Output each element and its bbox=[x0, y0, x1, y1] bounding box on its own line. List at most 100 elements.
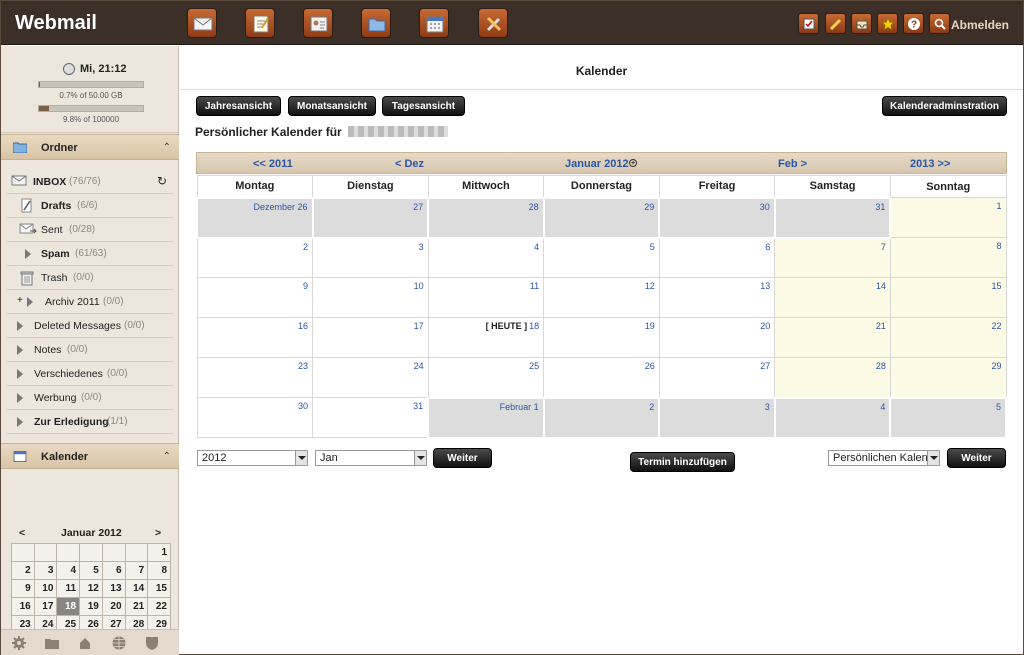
logout-link[interactable]: Abmelden bbox=[951, 18, 1009, 32]
next-year-link[interactable]: 2013 >> bbox=[910, 158, 950, 170]
day-number[interactable]: 4 bbox=[534, 242, 539, 252]
folder-inbox[interactable]: INBOX (76/76) ↻ bbox=[7, 170, 173, 194]
calendar-day-cell[interactable]: 22 bbox=[889, 317, 1007, 358]
year-view-button[interactable]: Jahresansicht bbox=[196, 96, 281, 116]
tasks-icon[interactable] bbox=[798, 13, 819, 34]
calendar-day-cell[interactable]: 20 bbox=[658, 317, 776, 358]
day-number[interactable]: 18 bbox=[529, 321, 539, 331]
day-number[interactable]: 15 bbox=[991, 281, 1001, 291]
calendar-day-cell[interactable]: 5 bbox=[889, 396, 1007, 439]
mini-day-cell[interactable]: 8 bbox=[147, 561, 171, 580]
mini-day-cell[interactable]: 5 bbox=[79, 561, 103, 580]
day-number[interactable]: Februar 1 bbox=[500, 402, 539, 412]
day-number[interactable]: 28 bbox=[529, 202, 539, 212]
share-icon[interactable] bbox=[77, 635, 93, 651]
expand-arrow-icon[interactable] bbox=[25, 249, 31, 259]
expand-arrow-icon[interactable] bbox=[17, 417, 23, 427]
calendar-day-cell[interactable]: 1 bbox=[889, 197, 1007, 238]
month-select[interactable]: Jan bbox=[315, 450, 427, 466]
calendar-day-cell[interactable]: 16 bbox=[196, 317, 314, 358]
calendar-day-cell[interactable]: 3 bbox=[658, 396, 776, 439]
star-icon[interactable] bbox=[877, 13, 898, 34]
day-number[interactable]: 12 bbox=[645, 281, 655, 291]
globe-icon[interactable] bbox=[111, 635, 127, 651]
folder-icon[interactable] bbox=[44, 635, 60, 651]
mini-day-cell[interactable]: 19 bbox=[79, 597, 103, 616]
day-number[interactable]: 6 bbox=[765, 242, 770, 252]
calendar-day-cell[interactable]: 31 bbox=[312, 397, 429, 438]
calendar-day-cell[interactable]: 3 bbox=[312, 237, 429, 278]
calendar-day-cell[interactable]: [ HEUTE ] 18 bbox=[427, 317, 545, 358]
shield-icon[interactable] bbox=[144, 635, 160, 651]
calendar-day-cell[interactable]: 4 bbox=[773, 396, 892, 439]
calendar-select[interactable]: Persönlichen Kalend bbox=[828, 450, 940, 466]
prev-year-link[interactable]: << 2011 bbox=[253, 158, 293, 170]
gear-icon[interactable] bbox=[11, 635, 27, 651]
day-number[interactable]: 3 bbox=[419, 242, 424, 252]
add-event-button[interactable]: Termin hinzufügen bbox=[630, 452, 735, 472]
calendar-day-cell[interactable]: 29 bbox=[889, 357, 1007, 398]
calendar-day-cell[interactable]: 2 bbox=[196, 237, 314, 278]
edit-icon[interactable] bbox=[825, 13, 846, 34]
expand-arrow-icon[interactable] bbox=[17, 321, 23, 331]
day-number[interactable]: 21 bbox=[876, 321, 886, 331]
folder-verschiedenes[interactable]: Verschiedenes (0/0) bbox=[7, 362, 173, 386]
collapse-chevron-icon[interactable]: ⌃ bbox=[163, 142, 171, 153]
tools-icon[interactable] bbox=[478, 8, 508, 38]
day-number[interactable]: 31 bbox=[875, 202, 885, 212]
day-number[interactable]: 16 bbox=[298, 321, 308, 331]
calendar-day-cell[interactable]: 21 bbox=[774, 317, 891, 358]
go-button[interactable]: Weiter bbox=[433, 448, 492, 468]
calendar-day-cell[interactable]: 6 bbox=[658, 237, 776, 278]
dropdown-arrow-icon[interactable] bbox=[295, 451, 307, 465]
day-number[interactable]: 23 bbox=[298, 361, 308, 371]
day-number[interactable]: 29 bbox=[644, 202, 654, 212]
day-number[interactable]: 4 bbox=[880, 402, 885, 412]
dropdown-arrow-icon[interactable] bbox=[927, 451, 939, 465]
day-number[interactable]: 25 bbox=[529, 361, 539, 371]
calendar-day-cell[interactable]: 10 bbox=[312, 277, 429, 318]
expand-arrow-icon[interactable] bbox=[17, 369, 23, 379]
day-number[interactable]: 28 bbox=[876, 361, 886, 371]
day-number[interactable]: 30 bbox=[298, 401, 308, 411]
day-number[interactable]: 13 bbox=[760, 281, 770, 291]
mini-next-month[interactable]: > bbox=[155, 527, 161, 539]
mini-day-cell[interactable]: 22 bbox=[147, 597, 171, 616]
collapse-chevron-icon[interactable]: ⌃ bbox=[163, 451, 171, 462]
folder-deleted-messages[interactable]: Deleted Messages (0/0) bbox=[7, 314, 173, 338]
mini-day-cell[interactable]: 10 bbox=[33, 579, 58, 598]
calendar-day-cell[interactable]: 29 bbox=[542, 196, 661, 239]
mini-day-cell[interactable]: 11 bbox=[56, 579, 81, 598]
calendar-day-cell[interactable]: 11 bbox=[427, 277, 545, 318]
folders-header[interactable]: Ordner ⌃ bbox=[1, 134, 179, 160]
mini-day-cell[interactable]: 21 bbox=[124, 597, 149, 616]
mini-day-cell[interactable]: 9 bbox=[11, 579, 35, 598]
day-number[interactable]: 7 bbox=[881, 242, 886, 252]
mini-day-cell[interactable]: 7 bbox=[124, 561, 149, 580]
mini-day-cell[interactable]: 12 bbox=[79, 579, 103, 598]
day-number[interactable]: 19 bbox=[645, 321, 655, 331]
day-number[interactable]: 29 bbox=[991, 361, 1001, 371]
calendar-day-cell[interactable]: Dezember 26 bbox=[196, 196, 314, 239]
day-number[interactable]: 5 bbox=[650, 242, 655, 252]
help-icon[interactable]: ? bbox=[903, 13, 924, 34]
calendar-day-cell[interactable]: Februar 1 bbox=[427, 396, 545, 439]
calendar-day-cell[interactable]: 5 bbox=[543, 237, 660, 278]
expand-arrow-icon[interactable] bbox=[27, 297, 33, 307]
day-number[interactable]: 8 bbox=[996, 241, 1001, 251]
year-select[interactable]: 2012 bbox=[197, 450, 308, 466]
search-icon[interactable] bbox=[929, 13, 950, 34]
day-number[interactable]: 9 bbox=[303, 281, 308, 291]
refresh-icon[interactable]: ↻ bbox=[157, 174, 167, 188]
mini-prev-month[interactable]: < bbox=[19, 527, 25, 539]
calendar-day-cell[interactable]: 17 bbox=[312, 317, 429, 358]
day-number[interactable]: 26 bbox=[645, 361, 655, 371]
day-number[interactable]: 2 bbox=[649, 402, 654, 412]
folder-spam[interactable]: Spam (61/63) bbox=[7, 242, 173, 266]
day-number[interactable]: 31 bbox=[413, 401, 423, 411]
day-number[interactable]: 22 bbox=[991, 321, 1001, 331]
mini-day-cell[interactable]: 3 bbox=[33, 561, 58, 580]
calendar-day-cell[interactable]: 24 bbox=[312, 357, 429, 398]
calendar-day-cell[interactable]: 4 bbox=[427, 237, 545, 278]
calendar-day-cell[interactable]: 23 bbox=[196, 357, 314, 398]
